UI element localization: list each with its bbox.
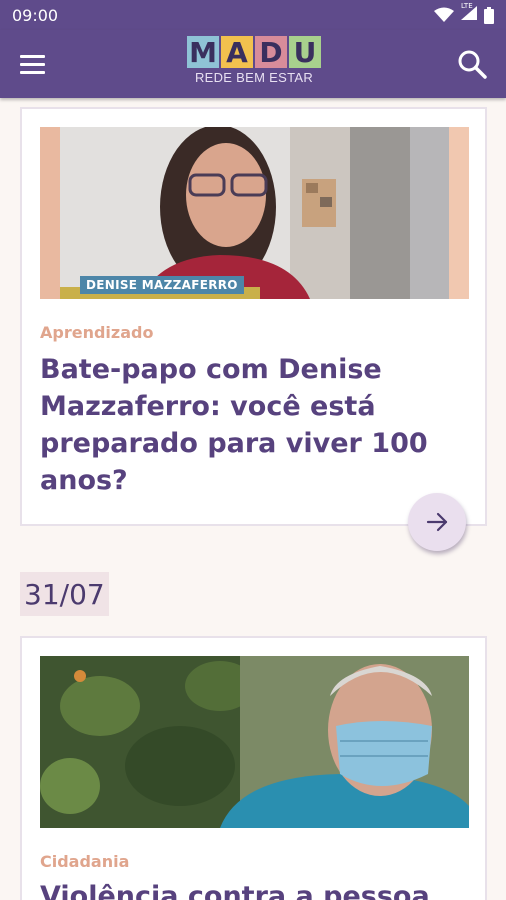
article-card[interactable]: DENISE MAZZAFERRO Aprendizado Bate-papo … — [20, 107, 487, 526]
status-time: 09:00 — [12, 5, 59, 25]
madu-logo[interactable]: M A D U REDE BEM ESTAR — [186, 36, 322, 85]
network-type: LTE — [461, 2, 473, 10]
hamburger-icon — [20, 54, 45, 58]
logo-letter-a: A — [221, 36, 253, 69]
status-bar: 09:00 LTE — [0, 0, 506, 30]
wifi-icon — [434, 7, 454, 22]
menu-button[interactable] — [20, 50, 50, 78]
open-article-button[interactable] — [408, 493, 466, 551]
article-category[interactable]: Aprendizado — [40, 323, 153, 342]
logo-letter-d: D — [255, 36, 287, 69]
logo-letter-m: M — [187, 36, 219, 69]
date-label: 31/07 — [20, 572, 109, 616]
battery-icon — [484, 6, 494, 24]
article-image[interactable] — [40, 656, 469, 828]
arrow-right-icon — [426, 512, 448, 532]
status-icons: LTE — [434, 2, 494, 25]
search-icon — [458, 50, 487, 79]
search-button[interactable] — [456, 48, 488, 80]
article-title[interactable]: Violência contra a pessoa — [40, 878, 460, 900]
elderly-man-mask-photo — [40, 656, 469, 828]
cell-signal-icon: LTE — [460, 2, 478, 25]
article-title[interactable]: Bate-papo com Denise Mazzaferro: você es… — [40, 351, 460, 499]
article-image-video-still[interactable]: DENISE MAZZAFERRO — [40, 127, 469, 299]
interview-photo — [40, 127, 469, 299]
article-category[interactable]: Cidadania — [40, 852, 129, 871]
logo-letters: M A D U — [186, 36, 322, 69]
logo-letter-u: U — [289, 36, 321, 69]
logo-tagline: REDE BEM ESTAR — [194, 70, 314, 85]
article-card[interactable]: Cidadania Violência contra a pessoa — [20, 636, 487, 900]
video-name-caption: DENISE MAZZAFERRO — [80, 276, 244, 294]
app-bar: M A D U REDE BEM ESTAR — [0, 30, 506, 98]
